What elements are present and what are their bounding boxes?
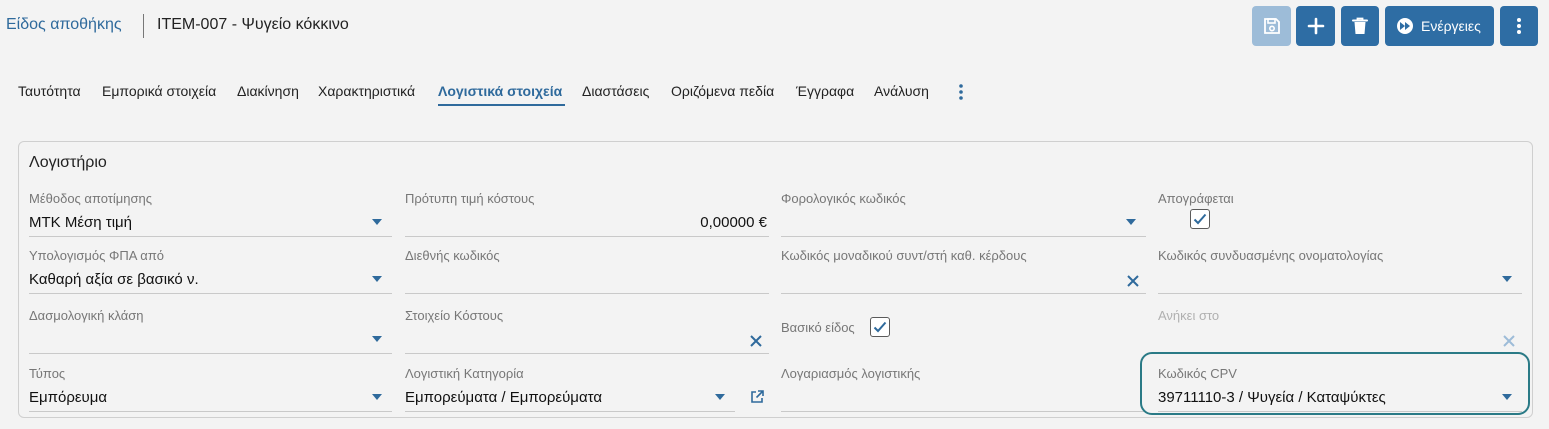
save-icon [1263,18,1280,34]
field-value: Εμπόρευμα [29,389,108,406]
dropdown-arrow-icon[interactable] [372,276,382,282]
tab-identity[interactable]: Ταυτότητα [18,83,81,99]
panel-title: Λογιστήριο [29,154,107,171]
accounting-category-field[interactable]: Λογιστική Κατηγορία Εμπορεύματα / Εμπορε… [405,366,764,412]
delete-button[interactable] [1341,6,1379,46]
breadcrumb-separator [143,14,144,38]
tabs-more-icon[interactable] [954,82,968,102]
type-field[interactable]: Τύπος Εμπόρευμα [29,366,392,412]
valuation-method-field[interactable]: Μέθοδος αποτίμησης ΜΤΚ Μέση τιμή [29,191,392,237]
cost-element-field[interactable]: Στοιχείο Κόστους [405,308,769,354]
tab-characteristics[interactable]: Χαρακτηριστικά [318,83,415,99]
field-label: Κωδικός συνδυασμένης ονοματολογίας [1158,248,1384,263]
field-label: Τύπος [29,366,66,381]
trash-icon [1352,17,1368,34]
dropdown-arrow-icon[interactable] [372,336,382,342]
dropdown-arrow-icon[interactable] [372,219,382,225]
tab-bar: Ταυτότητα Εμπορικά στοιχεία Διακίνηση Χα… [0,78,1549,108]
customs-class-field[interactable]: Δασμολογική κλάση [29,308,392,354]
tab-dimensions[interactable]: Διαστάσεις [582,83,649,99]
tax-code-field[interactable]: Φορολογικός κωδικός [781,191,1146,237]
international-code-field[interactable]: Διεθνής κωδικός [405,248,769,294]
field-label: Δασμολογική κλάση [29,308,144,323]
plus-icon [1307,17,1324,35]
field-label: Πρότυπη τιμή κόστους [405,191,535,206]
tab-documents[interactable]: Έγγραφα [796,83,854,99]
standard-cost-field[interactable]: Πρότυπη τιμή κόστους 0,00000 € [405,191,769,237]
field-label: Στοιχείο Κόστους [405,308,504,323]
external-link-icon[interactable] [749,389,765,405]
field-label: Μέθοδος αποτίμησης [29,191,153,206]
actions-button[interactable]: Ενέργειες [1385,6,1494,46]
accounting-account-field[interactable]: Λογαριασμός λογιστικής [781,366,1146,412]
field-label: Διεθνής κωδικός [405,248,500,263]
add-button[interactable] [1296,6,1335,46]
page-title: ITEM-007 - Ψυγείο κόκκινο [157,16,349,33]
field-value: ΜΤΚ Μέση τιμή [29,214,133,231]
breadcrumb-parent-link[interactable]: Είδος αποθήκης [6,16,122,34]
unique-profit-code-field[interactable]: Κωδικός μοναδικού συντ/στή καθ. κέρδους [781,248,1146,294]
field-label: Ανήκει στο [1158,308,1220,323]
field-value: 0,00000 € [700,214,767,231]
field-label: Λογαριασμός λογιστικής [781,366,921,381]
field-label: Λογιστική Κατηγορία [405,366,524,381]
base-item-checkbox[interactable] [870,317,890,337]
field-value: Εμπορεύματα / Εμπορεύματα [405,389,602,406]
check-icon [1193,213,1207,225]
field-label: Φορολογικός κωδικός [781,191,906,206]
tab-analysis[interactable]: Ανάλυση [874,83,929,99]
page-header: Είδος αποθήκης ITEM-007 - Ψυγείο κόκκινο… [0,0,1549,52]
combined-nomenclature-field[interactable]: Κωδικός συνδυασμένης ονοματολογίας [1158,248,1522,294]
more-options-button[interactable] [1500,6,1538,46]
clear-icon [1503,335,1515,347]
field-label: Κωδικός μοναδικού συντ/στή καθ. κέρδους [781,248,1027,263]
field-label: Υπολογισμός ΦΠΑ από [29,248,165,263]
field-label: Απογράφεται [1158,191,1234,206]
dropdown-arrow-icon[interactable] [1502,394,1512,400]
field-value: Καθαρή αξία σε βασικό ν. [29,271,199,288]
dropdown-arrow-icon[interactable] [715,394,725,400]
field-value: 39711110-3 / Ψυγεία / Καταψύκτες [1158,389,1386,406]
clear-icon[interactable] [749,334,763,348]
dropdown-arrow-icon[interactable] [372,394,382,400]
clear-icon[interactable] [1126,274,1140,288]
belongs-to-field: Ανήκει στο [1158,308,1522,354]
field-label: Κωδικός CPV [1158,366,1237,381]
vat-calculation-field[interactable]: Υπολογισμός ΦΠΑ από Καθαρή αξία σε βασικ… [29,248,392,294]
inventoried-checkbox[interactable] [1190,209,1210,229]
tab-custom-fields[interactable]: Οριζόμενα πεδία [671,83,774,99]
tab-commercial[interactable]: Εμπορικά στοιχεία [102,83,216,99]
fast-forward-icon [1397,18,1413,34]
dropdown-arrow-icon[interactable] [1126,219,1136,225]
base-item-label: Βασικό είδος [781,320,855,335]
tab-accounting[interactable]: Λογιστικά στοιχεία [438,83,562,99]
kebab-menu-icon [1517,18,1521,34]
check-icon [873,321,887,333]
active-tab-indicator [438,104,565,106]
actions-label: Ενέργειες [1421,18,1481,34]
inventoried-field: Απογράφεται [1158,191,1522,237]
dropdown-arrow-icon[interactable] [1502,276,1512,282]
accounting-panel: Λογιστήριο Μέθοδος αποτίμησης ΜΤΚ Μέση τ… [18,141,1533,418]
tab-distribution[interactable]: Διακίνηση [237,83,299,99]
save-button[interactable] [1252,6,1291,46]
cpv-code-field[interactable]: Κωδικός CPV 39711110-3 / Ψυγεία / Καταψύ… [1158,366,1522,412]
